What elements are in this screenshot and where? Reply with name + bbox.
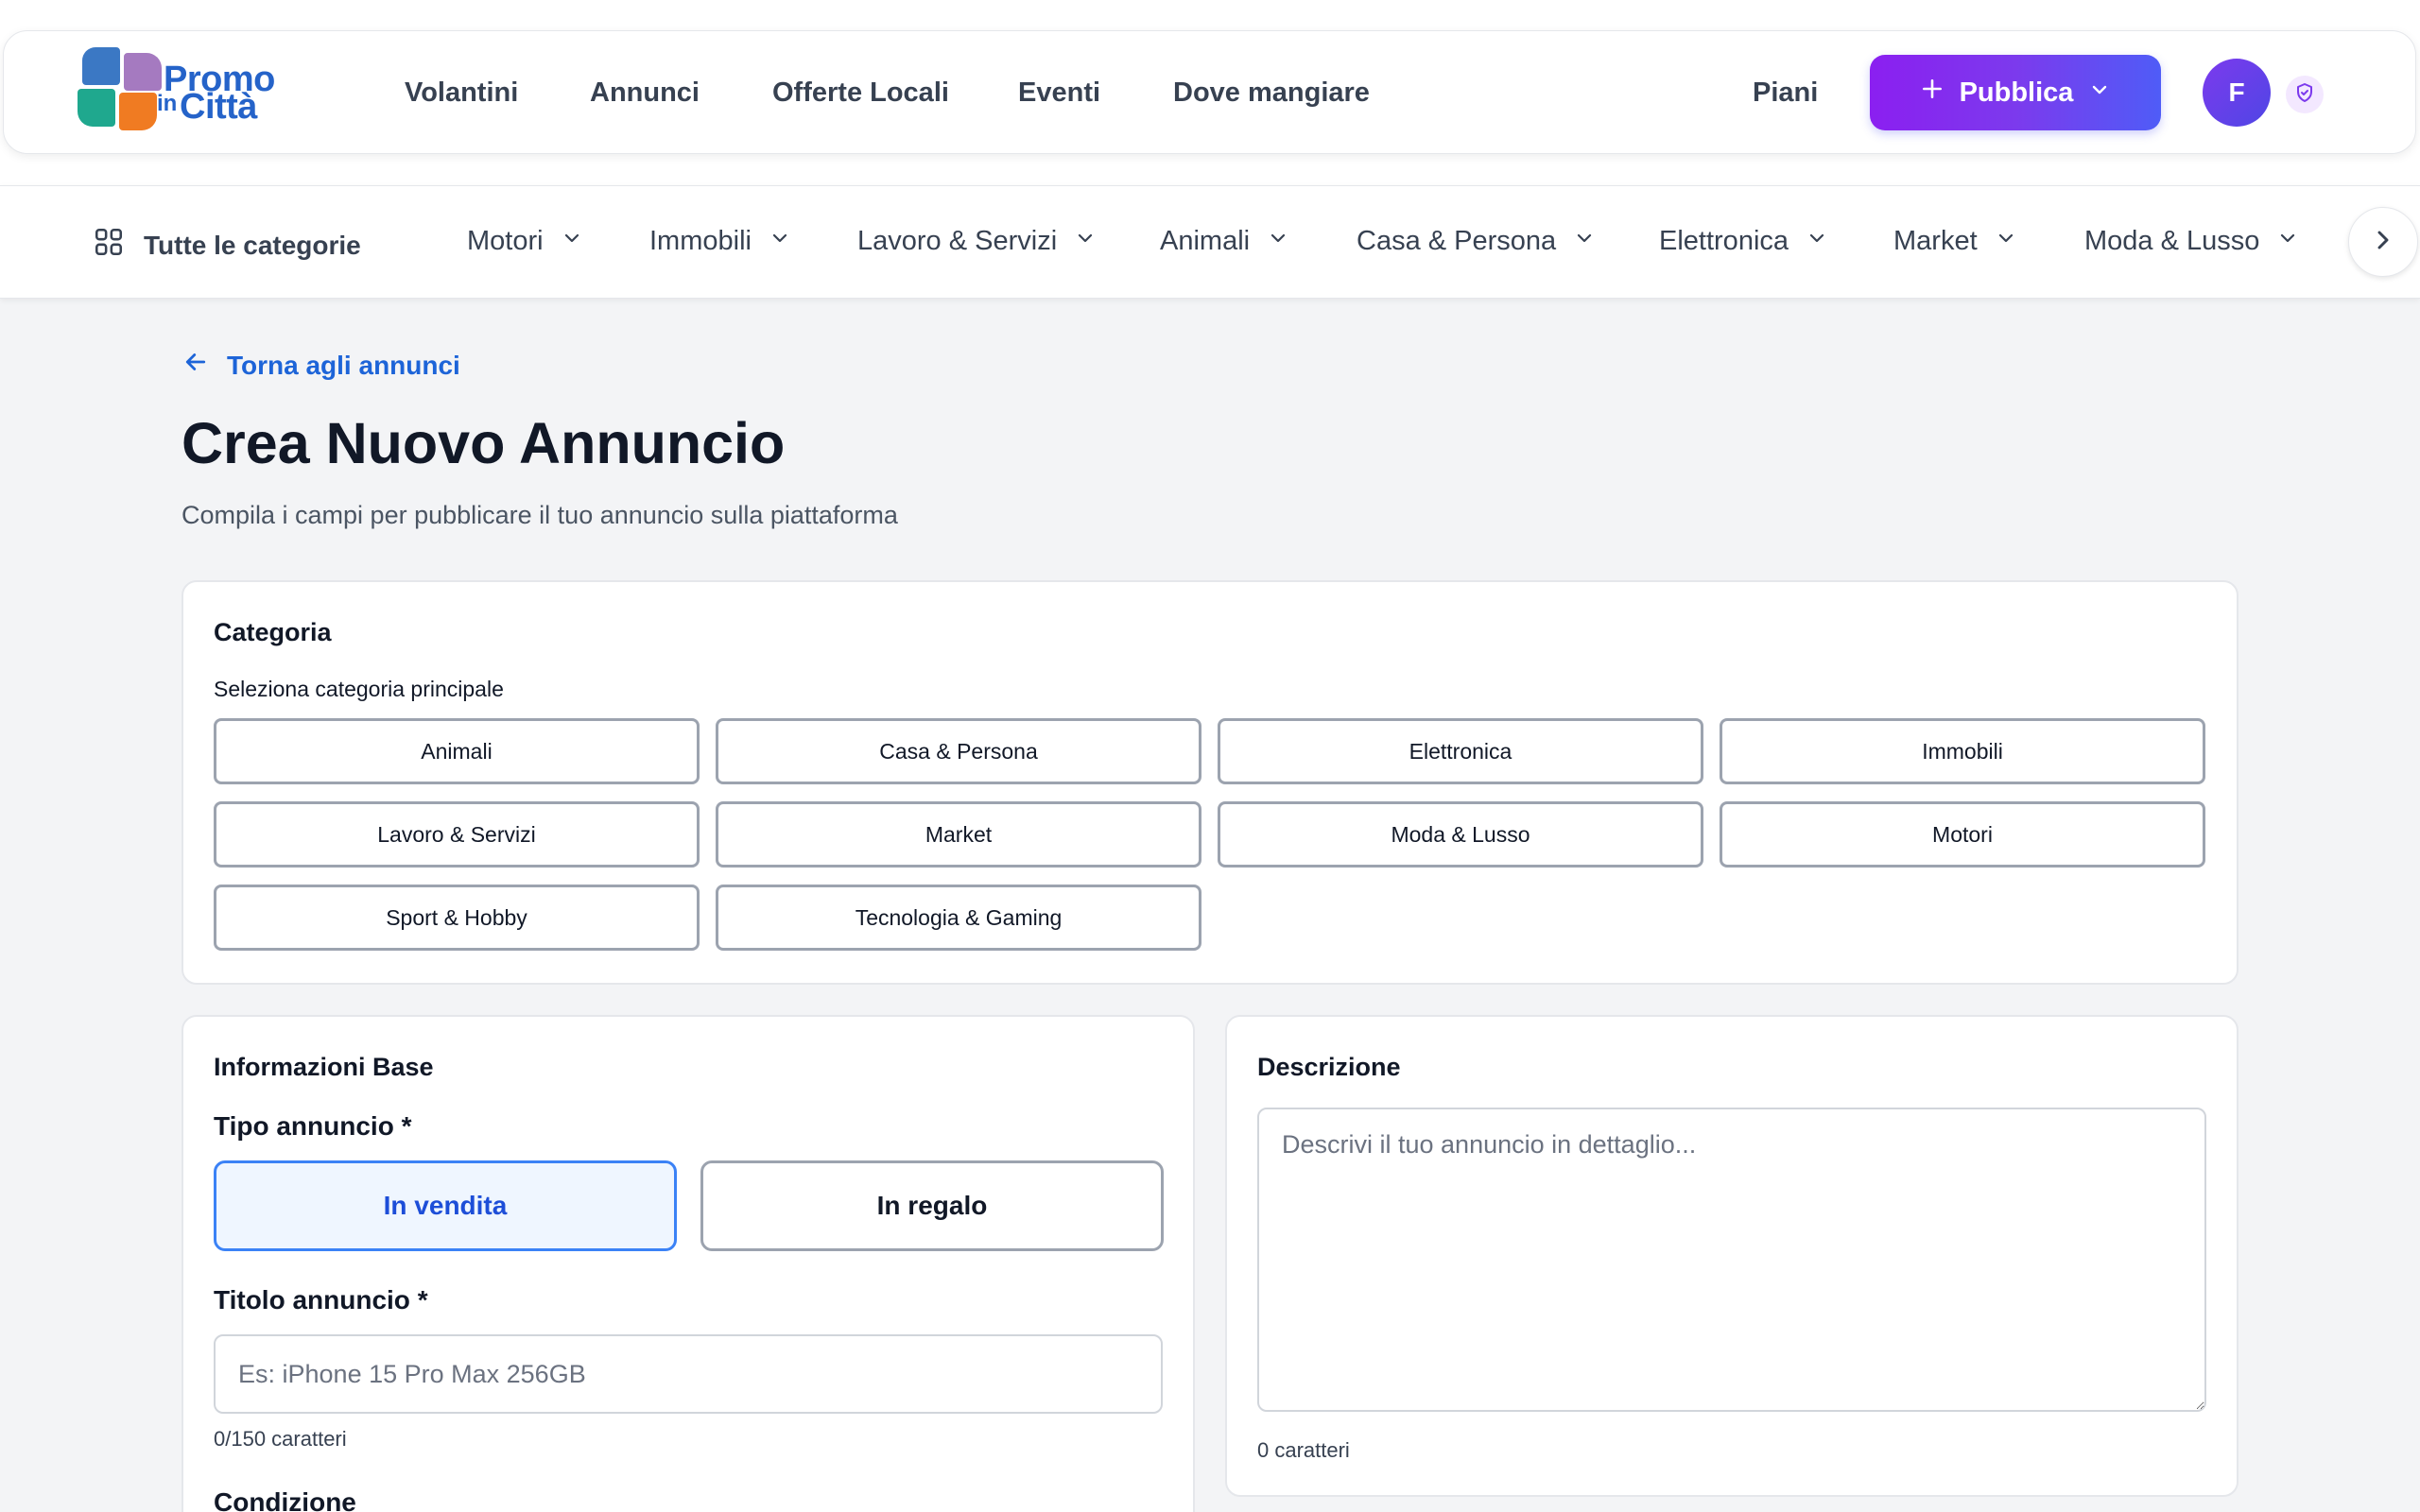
chevron-down-icon — [2088, 77, 2111, 109]
logo-tile-teal — [78, 89, 115, 127]
logo-tile-purple — [124, 53, 162, 91]
category-menu-label: Immobili — [649, 226, 752, 256]
page-title: Crea Nuovo Annuncio — [182, 411, 786, 475]
listing-title-input[interactable] — [214, 1334, 1163, 1414]
category-option-animali[interactable]: Animali — [214, 718, 700, 784]
category-option-lavoro-servizi[interactable]: Lavoro & Servizi — [214, 801, 700, 868]
category-menu-animali[interactable]: Animali — [1160, 226, 1289, 257]
chevron-down-icon — [561, 226, 583, 257]
category-menu-motori[interactable]: Motori — [467, 226, 583, 257]
grid-icon — [93, 226, 125, 265]
chevron-down-icon — [769, 226, 791, 257]
page-subtitle: Compila i campi per pubblicare il tuo an… — [182, 501, 898, 529]
shield-check-icon — [2293, 81, 2316, 109]
category-menu-label: Casa & Persona — [1357, 226, 1557, 256]
nav-link-annunci[interactable]: Annunci — [590, 77, 700, 109]
nav-link-eventi[interactable]: Eventi — [1018, 77, 1100, 109]
listing-type-gift-button[interactable]: In regalo — [700, 1160, 1164, 1251]
category-menu-elettronica[interactable]: Elettronica — [1659, 226, 1828, 257]
verified-badge[interactable] — [2286, 76, 2324, 113]
category-option-motori[interactable]: Motori — [1720, 801, 2205, 868]
description-char-counter: 0 caratteri — [1257, 1438, 1350, 1462]
nav-link-piani[interactable]: Piani — [1753, 77, 1818, 109]
nav-link-offerte-locali[interactable]: Offerte Locali — [772, 77, 949, 109]
category-card-title: Categoria — [214, 618, 332, 646]
basic-info-title: Informazioni Base — [214, 1053, 434, 1081]
category-menu-casa-persona[interactable]: Casa & Persona — [1357, 226, 1596, 257]
category-option-sport-hobby[interactable]: Sport & Hobby — [214, 885, 700, 951]
chevron-down-icon — [1074, 226, 1097, 257]
publish-button-label: Pubblica — [1959, 77, 2074, 108]
category-option-market[interactable]: Market — [716, 801, 1201, 868]
nav-link-volantini[interactable]: Volantini — [405, 77, 518, 109]
category-card: Categoria Seleziona categoria principale… — [182, 580, 2238, 985]
category-option-immobili[interactable]: Immobili — [1720, 718, 2205, 784]
user-avatar[interactable]: F — [2203, 59, 2271, 127]
top-header-area: Promo in Città Volantini Annunci Offerte… — [0, 0, 2420, 185]
logo-text-citta: Città — [180, 87, 257, 127]
category-option-elettronica[interactable]: Elettronica — [1218, 718, 1703, 784]
category-option-moda-lusso[interactable]: Moda & Lusso — [1218, 801, 1703, 868]
category-menu-label: Animali — [1160, 226, 1251, 256]
chevron-down-icon — [1573, 226, 1596, 257]
category-menu-label: Lavoro & Servizi — [857, 226, 1058, 256]
chevron-down-icon — [2276, 226, 2299, 257]
back-link-label: Torna agli annunci — [227, 350, 460, 380]
title-char-counter: 0/150 caratteri — [214, 1427, 347, 1451]
publish-button[interactable]: Pubblica — [1870, 55, 2161, 130]
category-menu-immobili[interactable]: Immobili — [649, 226, 791, 257]
category-select-label: Seleziona categoria principale — [214, 677, 504, 701]
all-categories-button[interactable]: Tutte le categorie — [93, 226, 361, 265]
avatar-initial: F — [2228, 77, 2245, 107]
description-textarea[interactable] — [1257, 1108, 2206, 1412]
category-menu-lavoro-servizi[interactable]: Lavoro & Servizi — [857, 226, 1097, 257]
chevron-down-icon — [1995, 226, 2017, 257]
listing-title-label: Titolo annuncio * — [214, 1285, 428, 1314]
basic-info-card: Informazioni Base Tipo annuncio * In ven… — [182, 1015, 1195, 1512]
listing-type-for-sale-button[interactable]: In vendita — [214, 1160, 677, 1251]
arrow-left-icon — [182, 348, 210, 383]
category-menu-label: Motori — [467, 226, 544, 256]
chevron-right-icon — [2368, 225, 2398, 260]
description-card: Descrizione 0 caratteri — [1225, 1015, 2238, 1497]
logo-tile-orange — [119, 93, 157, 130]
logo-tile-blue — [82, 47, 120, 85]
category-bar: Tutte le categorie Motori Immobili Lavor… — [0, 185, 2420, 299]
chevron-down-icon — [1267, 226, 1289, 257]
category-menu-label: Elettronica — [1659, 226, 1789, 256]
category-scroll-next-button[interactable] — [2348, 207, 2418, 277]
nav-link-dove-mangiare[interactable]: Dove mangiare — [1173, 77, 1370, 109]
category-option-casa-persona[interactable]: Casa & Persona — [716, 718, 1201, 784]
plus-icon — [1920, 77, 1945, 109]
category-menu-label: Moda & Lusso — [2084, 226, 2260, 256]
category-option-tecnologia-gaming[interactable]: Tecnologia & Gaming — [716, 885, 1201, 951]
category-menu-market[interactable]: Market — [1893, 226, 2017, 257]
chevron-down-icon — [1806, 226, 1828, 257]
all-categories-label: Tutte le categorie — [144, 230, 361, 260]
category-menu-moda-lusso[interactable]: Moda & Lusso — [2084, 226, 2299, 257]
category-menu-label: Market — [1893, 226, 1978, 256]
back-to-listings-link[interactable]: Torna agli annunci — [182, 348, 460, 383]
condition-label: Condizione — [214, 1487, 356, 1512]
listing-type-label: Tipo annuncio * — [214, 1111, 412, 1141]
description-title: Descrizione — [1257, 1053, 1401, 1081]
logo-text-in: in — [157, 91, 178, 116]
brand-logo[interactable]: Promo in Città — [76, 45, 302, 136]
